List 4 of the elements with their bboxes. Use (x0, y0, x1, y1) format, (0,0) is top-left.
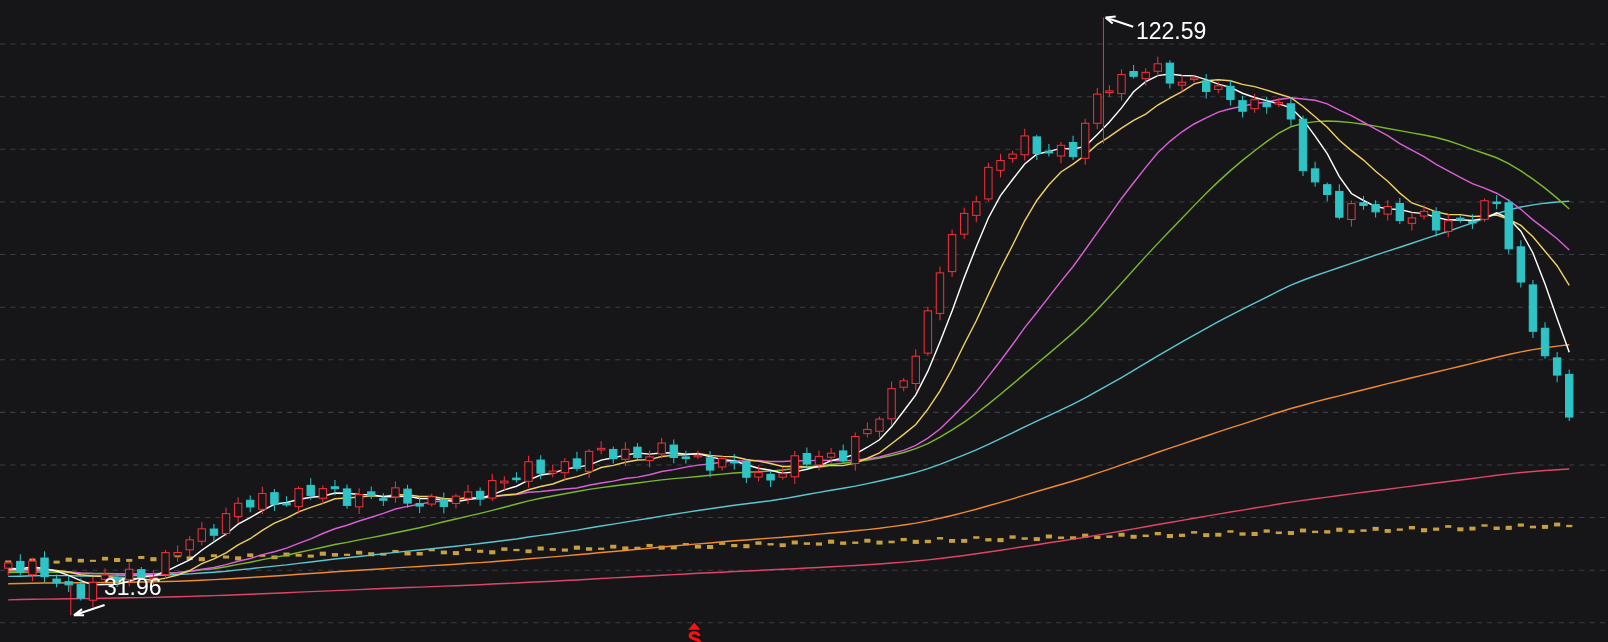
price-label: 122.59 (1136, 20, 1207, 43)
pointer-arrow (72, 604, 106, 617)
signal-marker-icon (688, 622, 701, 642)
pointer-arrow (1104, 15, 1135, 28)
